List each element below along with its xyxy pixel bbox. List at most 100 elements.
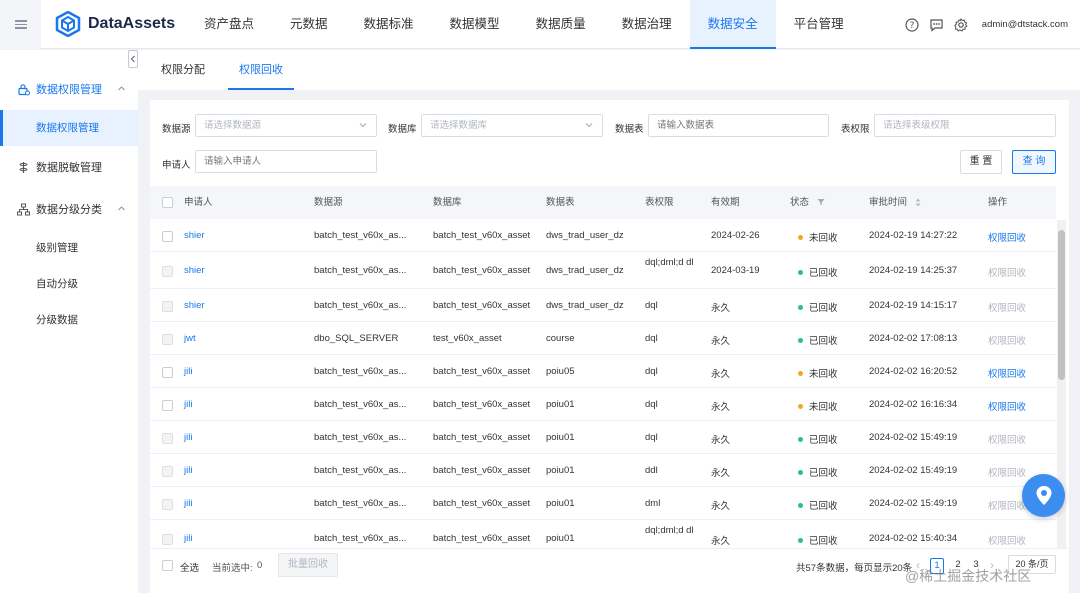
status-badge: 已回收 (798, 498, 838, 512)
permission-cell: dql (645, 399, 658, 410)
select-all-checkbox[interactable] (162, 560, 173, 571)
applicant-link[interactable]: jili (184, 399, 192, 410)
col-approval-time[interactable]: 审批时间 (869, 186, 921, 219)
revoke-permission-button[interactable]: 权限回收 (988, 265, 1026, 279)
sidebar-item-auto-classification[interactable]: 自动分级 (0, 266, 138, 302)
applicant-link[interactable]: shier (184, 265, 205, 276)
nav-metadata[interactable]: 元数据 (272, 0, 346, 49)
col-approval-time-label: 审批时间 (869, 197, 908, 208)
row-checkbox[interactable] (162, 266, 173, 277)
map-pin-icon (1036, 485, 1051, 505)
revoke-permission-button[interactable]: 权限回收 (988, 399, 1026, 413)
permission-cell: ddl (645, 465, 658, 476)
applicant-link[interactable]: shier (184, 300, 205, 311)
sidebar-item-classified-data[interactable]: 分级数据 (0, 302, 138, 338)
sidebar-group-data-masking[interactable]: 数据脱敏管理 (0, 154, 138, 180)
applicant-input[interactable] (195, 150, 377, 173)
query-button[interactable]: 查 询 (1012, 150, 1056, 174)
status-label: 未回收 (809, 369, 838, 380)
tab-permission-revoke[interactable]: 权限回收 (228, 50, 294, 90)
sidebar: 数据权限管理 数据权限管理 数据脱敏管理 数据分级分类 级别管理 自动分级 分级… (0, 50, 138, 593)
database-cell: test_v60x_asset (433, 333, 502, 344)
table-cell: dws_trad_user_dz (546, 265, 624, 276)
permission-cell: dml (645, 498, 661, 509)
nav-data-governance[interactable]: 数据治理 (604, 0, 690, 49)
sidebar-item-level-management[interactable]: 级别管理 (0, 230, 138, 266)
revoke-permission-button[interactable]: 权限回收 (988, 432, 1026, 446)
applicant-link[interactable]: jili (184, 366, 192, 377)
row-checkbox[interactable] (162, 231, 173, 242)
applicant-link[interactable]: jili (184, 432, 192, 443)
help-icon[interactable]: ? (905, 17, 919, 32)
nav-data-model[interactable]: 数据模型 (432, 0, 518, 49)
table-input[interactable] (648, 114, 829, 137)
revoke-permission-button[interactable]: 权限回收 (988, 333, 1026, 347)
nav-platform-admin[interactable]: 平台管理 (776, 0, 862, 49)
app-logo[interactable]: DataAssets (55, 11, 175, 37)
revoke-permission-button[interactable]: 权限回收 (988, 300, 1026, 314)
applicant-link[interactable]: jili (184, 533, 192, 544)
tabs-bar: 权限分配 权限回收 (138, 50, 1080, 90)
row-checkbox[interactable] (162, 301, 173, 312)
reset-button[interactable]: 重 置 (960, 150, 1002, 174)
status-badge: 已回收 (798, 333, 838, 347)
database-cell: batch_test_v60x_asset (433, 399, 531, 410)
row-checkbox[interactable] (162, 466, 173, 477)
applicant-link[interactable]: jili (184, 465, 192, 476)
applicant-link[interactable]: jili (184, 498, 192, 509)
sidebar-group-data-classification[interactable]: 数据分级分类 (0, 196, 138, 222)
table-row: shier batch_test_v60x_as... batch_test_v60… (150, 252, 1056, 289)
datasource-cell: batch_test_v60x_as... (314, 533, 407, 544)
database-select[interactable]: 请选择数据库 (421, 114, 603, 137)
table-cell: poiu01 (546, 533, 575, 544)
validity-cell: 永久 (711, 336, 731, 347)
nav-asset-inventory[interactable]: 资产盘点 (186, 0, 272, 49)
row-checkbox[interactable] (162, 367, 173, 378)
revoke-permission-button[interactable]: 权限回收 (988, 465, 1026, 479)
row-checkbox[interactable] (162, 433, 173, 444)
col-status[interactable]: 状态 (790, 186, 825, 219)
status-dot-icon (798, 304, 803, 310)
chevron-left-icon (130, 55, 135, 63)
scrollbar-thumb[interactable] (1058, 230, 1065, 380)
batch-revoke-button[interactable]: 批量回收 (278, 553, 338, 577)
database-placeholder: 请选择数据库 (430, 120, 488, 131)
datasource-cell: batch_test_v60x_as... (314, 432, 407, 443)
revoke-permission-button[interactable]: 权限回收 (988, 498, 1026, 512)
message-icon[interactable] (929, 18, 944, 32)
menu-toggle-button[interactable] (0, 0, 41, 49)
datasource-cell: batch_test_v60x_as... (314, 465, 407, 476)
nav-data-standard[interactable]: 数据标准 (346, 0, 432, 49)
nav-data-security[interactable]: 数据安全 (689, 0, 776, 49)
table-cell: dws_trad_user_dz (546, 230, 624, 241)
row-checkbox[interactable] (162, 499, 173, 510)
select-all-rows-checkbox[interactable] (162, 197, 173, 208)
datasource-select[interactable]: 请选择数据源 (195, 114, 377, 137)
applicant-link[interactable]: shier (184, 230, 205, 241)
revoke-permission-button[interactable]: 权限回收 (988, 366, 1026, 380)
datasource-cell: batch_test_v60x_as... (314, 498, 407, 509)
tab-permission-assign[interactable]: 权限分配 (150, 50, 216, 90)
user-email[interactable]: admin@dtstack.com (982, 19, 1068, 30)
permission-select[interactable]: 请选择表级权限 (874, 114, 1056, 137)
status-dot-icon (798, 370, 803, 376)
revoke-permission-button[interactable]: 权限回收 (988, 230, 1026, 244)
filter-icon[interactable] (817, 198, 825, 206)
sidebar-item-data-permission-management[interactable]: 数据权限管理 (0, 110, 138, 146)
revoke-permission-button[interactable]: 权限回收 (988, 533, 1026, 547)
row-checkbox[interactable] (162, 534, 173, 545)
sidebar-collapse-button[interactable] (128, 50, 138, 68)
table-label: 数据表 (615, 124, 644, 135)
table-cell: poiu01 (546, 465, 575, 476)
floating-assistant-button[interactable] (1022, 474, 1065, 517)
sort-icon[interactable] (915, 198, 921, 207)
nav-data-quality[interactable]: 数据质量 (518, 0, 604, 49)
row-checkbox[interactable] (162, 400, 173, 411)
approval-time-cell: 2024-02-02 16:20:52 (869, 366, 958, 377)
table-row: jili batch_test_v60x_as... batch_test_v60x… (150, 421, 1056, 454)
row-checkbox[interactable] (162, 334, 173, 345)
gear-icon[interactable] (953, 17, 968, 32)
top-right-tools: ? admin@dtstack.com (905, 0, 1068, 49)
applicant-link[interactable]: jwt (184, 333, 196, 344)
sidebar-group-data-permission[interactable]: 数据权限管理 (0, 76, 138, 102)
